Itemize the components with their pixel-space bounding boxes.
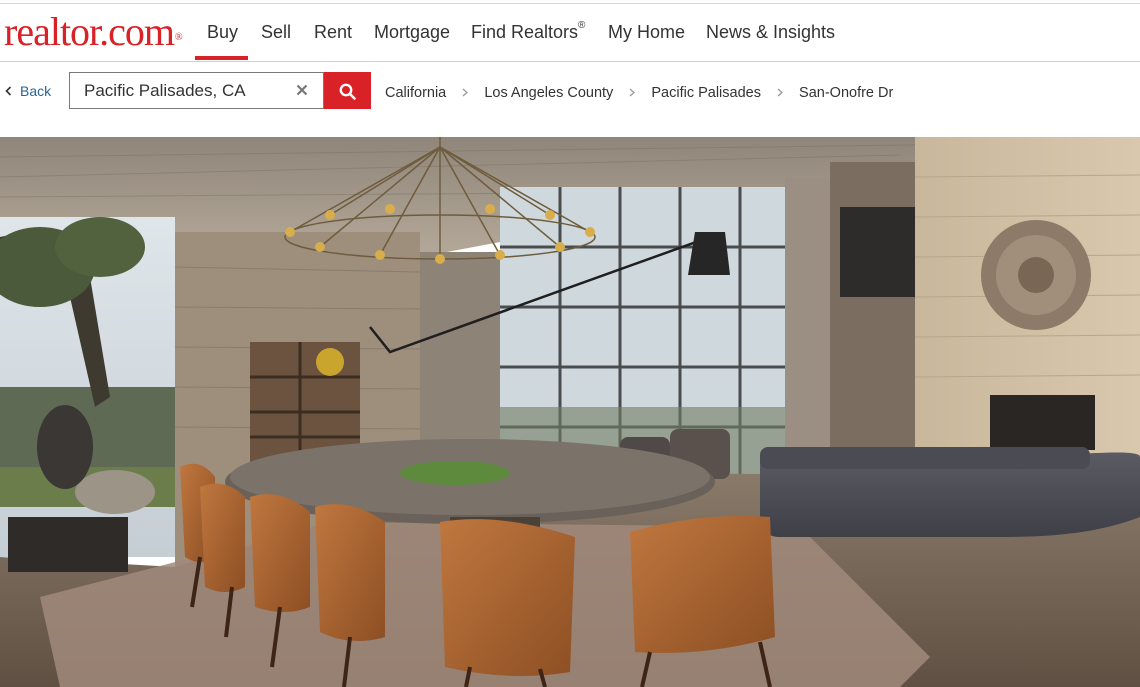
search-bar-row: Back California Los Angeles County Pacif…	[0, 62, 1140, 137]
logo-text: realtor.com	[4, 9, 175, 54]
search-button[interactable]	[324, 72, 371, 109]
realtor-logo[interactable]: realtor.com®	[4, 9, 183, 54]
listing-hero-photo[interactable]	[0, 137, 1140, 687]
breadcrumb: California Los Angeles County Pacific Pa…	[385, 85, 893, 101]
back-link[interactable]: Back	[5, 83, 51, 99]
nav-active-indicator	[195, 56, 248, 60]
nav-rent[interactable]: Rent	[314, 22, 352, 43]
nav-find-realtors[interactable]: Find Realtors®	[471, 20, 586, 43]
nav-sell[interactable]: Sell	[261, 22, 291, 43]
nav-buy[interactable]: Buy	[207, 22, 238, 43]
breadcrumb-san-onofre-dr[interactable]: San-Onofre Dr	[799, 85, 893, 101]
nav-news-insights[interactable]: News & Insights	[706, 22, 835, 43]
search-icon	[339, 83, 356, 100]
breadcrumb-pacific-palisades[interactable]: Pacific Palisades	[651, 85, 761, 101]
chevron-right-icon	[777, 86, 783, 100]
close-icon[interactable]	[294, 82, 310, 98]
nav-my-home[interactable]: My Home	[608, 22, 685, 43]
search-box	[69, 72, 324, 109]
back-label: Back	[20, 83, 52, 99]
logo-registered-mark: ®	[175, 32, 183, 43]
nav-mortgage[interactable]: Mortgage	[374, 22, 450, 43]
nav-find-realtors-label: Find Realtors	[471, 22, 579, 42]
search-input[interactable]	[84, 80, 284, 102]
site-header: realtor.com® Buy Sell Rent Mortgage Find…	[0, 4, 1140, 61]
registered-mark: ®	[578, 20, 586, 31]
chevron-right-icon	[462, 86, 469, 100]
chevron-left-icon	[5, 84, 12, 99]
dining-room-photo	[0, 137, 1140, 687]
breadcrumb-california[interactable]: California	[385, 85, 446, 101]
breadcrumb-los-angeles-county[interactable]: Los Angeles County	[484, 85, 613, 101]
chevron-right-icon	[629, 86, 636, 100]
